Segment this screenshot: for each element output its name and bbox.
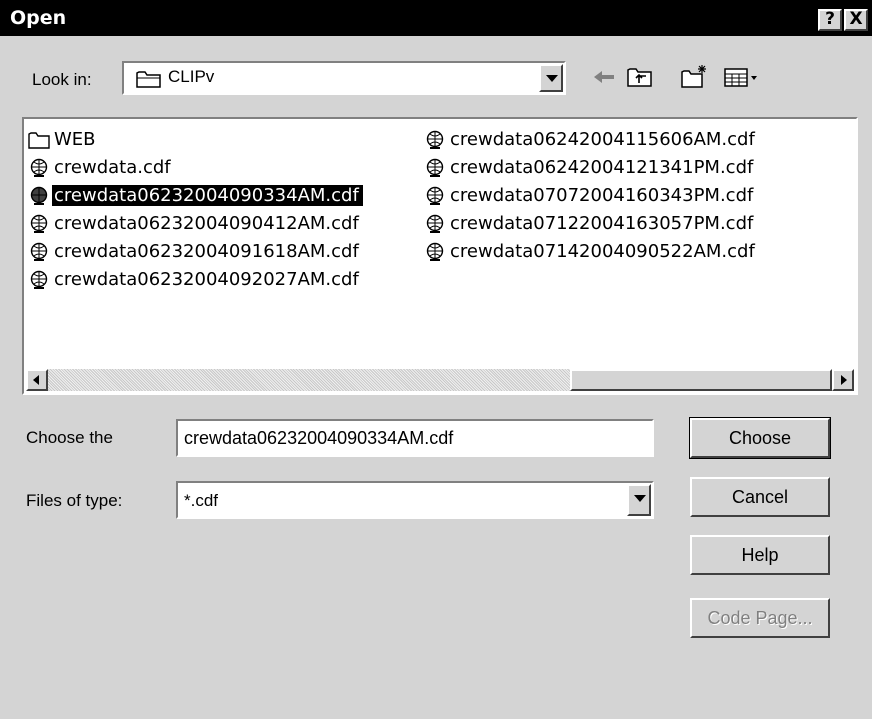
dialog-title: Open (10, 7, 67, 29)
file-type-value: *.cdf (184, 491, 219, 510)
file-type-combo[interactable]: *.cdf (176, 481, 654, 519)
list-item[interactable]: WEB (28, 127, 100, 153)
look-in-dropdown-button[interactable] (539, 64, 563, 92)
scroll-left-button[interactable] (26, 369, 48, 391)
globe-file-icon (426, 186, 444, 205)
list-item[interactable]: crewdata06242004115606AM.cdf (424, 127, 759, 153)
help-title-button[interactable]: ? (818, 9, 842, 31)
list-item[interactable]: crewdata.cdf (28, 155, 175, 181)
file-name-input[interactable]: crewdata06232004090334AM.cdf (176, 419, 654, 457)
up-folder-icon[interactable] (626, 64, 654, 90)
list-item[interactable]: crewdata06232004092027AM.cdf (28, 267, 363, 293)
look-in-value: CLIPv (168, 67, 215, 86)
view-menu-icon[interactable] (722, 64, 762, 90)
list-item[interactable]: crewdata06242004121341PM.cdf (424, 155, 757, 181)
list-item-selected[interactable]: crewdata06232004090334AM.cdf (28, 183, 363, 209)
arrow-right-icon (841, 375, 847, 385)
file-name-label: Choose the (26, 428, 113, 447)
globe-file-icon (426, 242, 444, 261)
globe-file-icon (426, 158, 444, 177)
globe-file-icon (30, 214, 48, 233)
code-page-button: Code Page... (690, 598, 830, 638)
file-list[interactable]: WEB crewdata.cdf crewdata06232004090334A… (22, 117, 858, 395)
globe-file-icon (30, 242, 48, 261)
globe-file-icon (426, 130, 444, 149)
file-name-value: crewdata06232004090334AM.cdf (184, 428, 454, 448)
back-arrow-icon[interactable] (590, 64, 618, 90)
list-item[interactable]: crewdata07122004163057PM.cdf (424, 211, 757, 237)
arrow-left-icon (33, 375, 39, 385)
globe-file-icon (30, 270, 48, 289)
list-item[interactable]: crewdata07142004090522AM.cdf (424, 239, 759, 265)
title-bar: Open ? X (0, 0, 872, 36)
globe-file-icon (30, 158, 48, 177)
folder-icon (136, 71, 161, 88)
help-button[interactable]: Help (690, 535, 830, 575)
horizontal-scrollbar[interactable] (26, 369, 854, 391)
globe-file-icon (30, 186, 48, 205)
folder-icon (28, 132, 50, 149)
scroll-thumb[interactable] (570, 369, 832, 391)
choose-button[interactable]: Choose (689, 417, 831, 459)
scroll-right-button[interactable] (832, 369, 854, 391)
new-folder-icon[interactable] (680, 64, 708, 90)
look-in-combo[interactable]: CLIPv (122, 61, 566, 95)
list-item[interactable]: crewdata07072004160343PM.cdf (424, 183, 757, 209)
globe-file-icon (426, 214, 444, 233)
look-in-label: Look in: (32, 70, 92, 89)
file-type-dropdown-button[interactable] (627, 484, 651, 516)
file-type-label: Files of type: (26, 491, 123, 510)
cancel-button[interactable]: Cancel (690, 477, 830, 517)
close-title-button[interactable]: X (844, 9, 868, 31)
list-item[interactable]: crewdata06232004091618AM.cdf (28, 239, 363, 265)
list-item[interactable]: crewdata06232004090412AM.cdf (28, 211, 363, 237)
